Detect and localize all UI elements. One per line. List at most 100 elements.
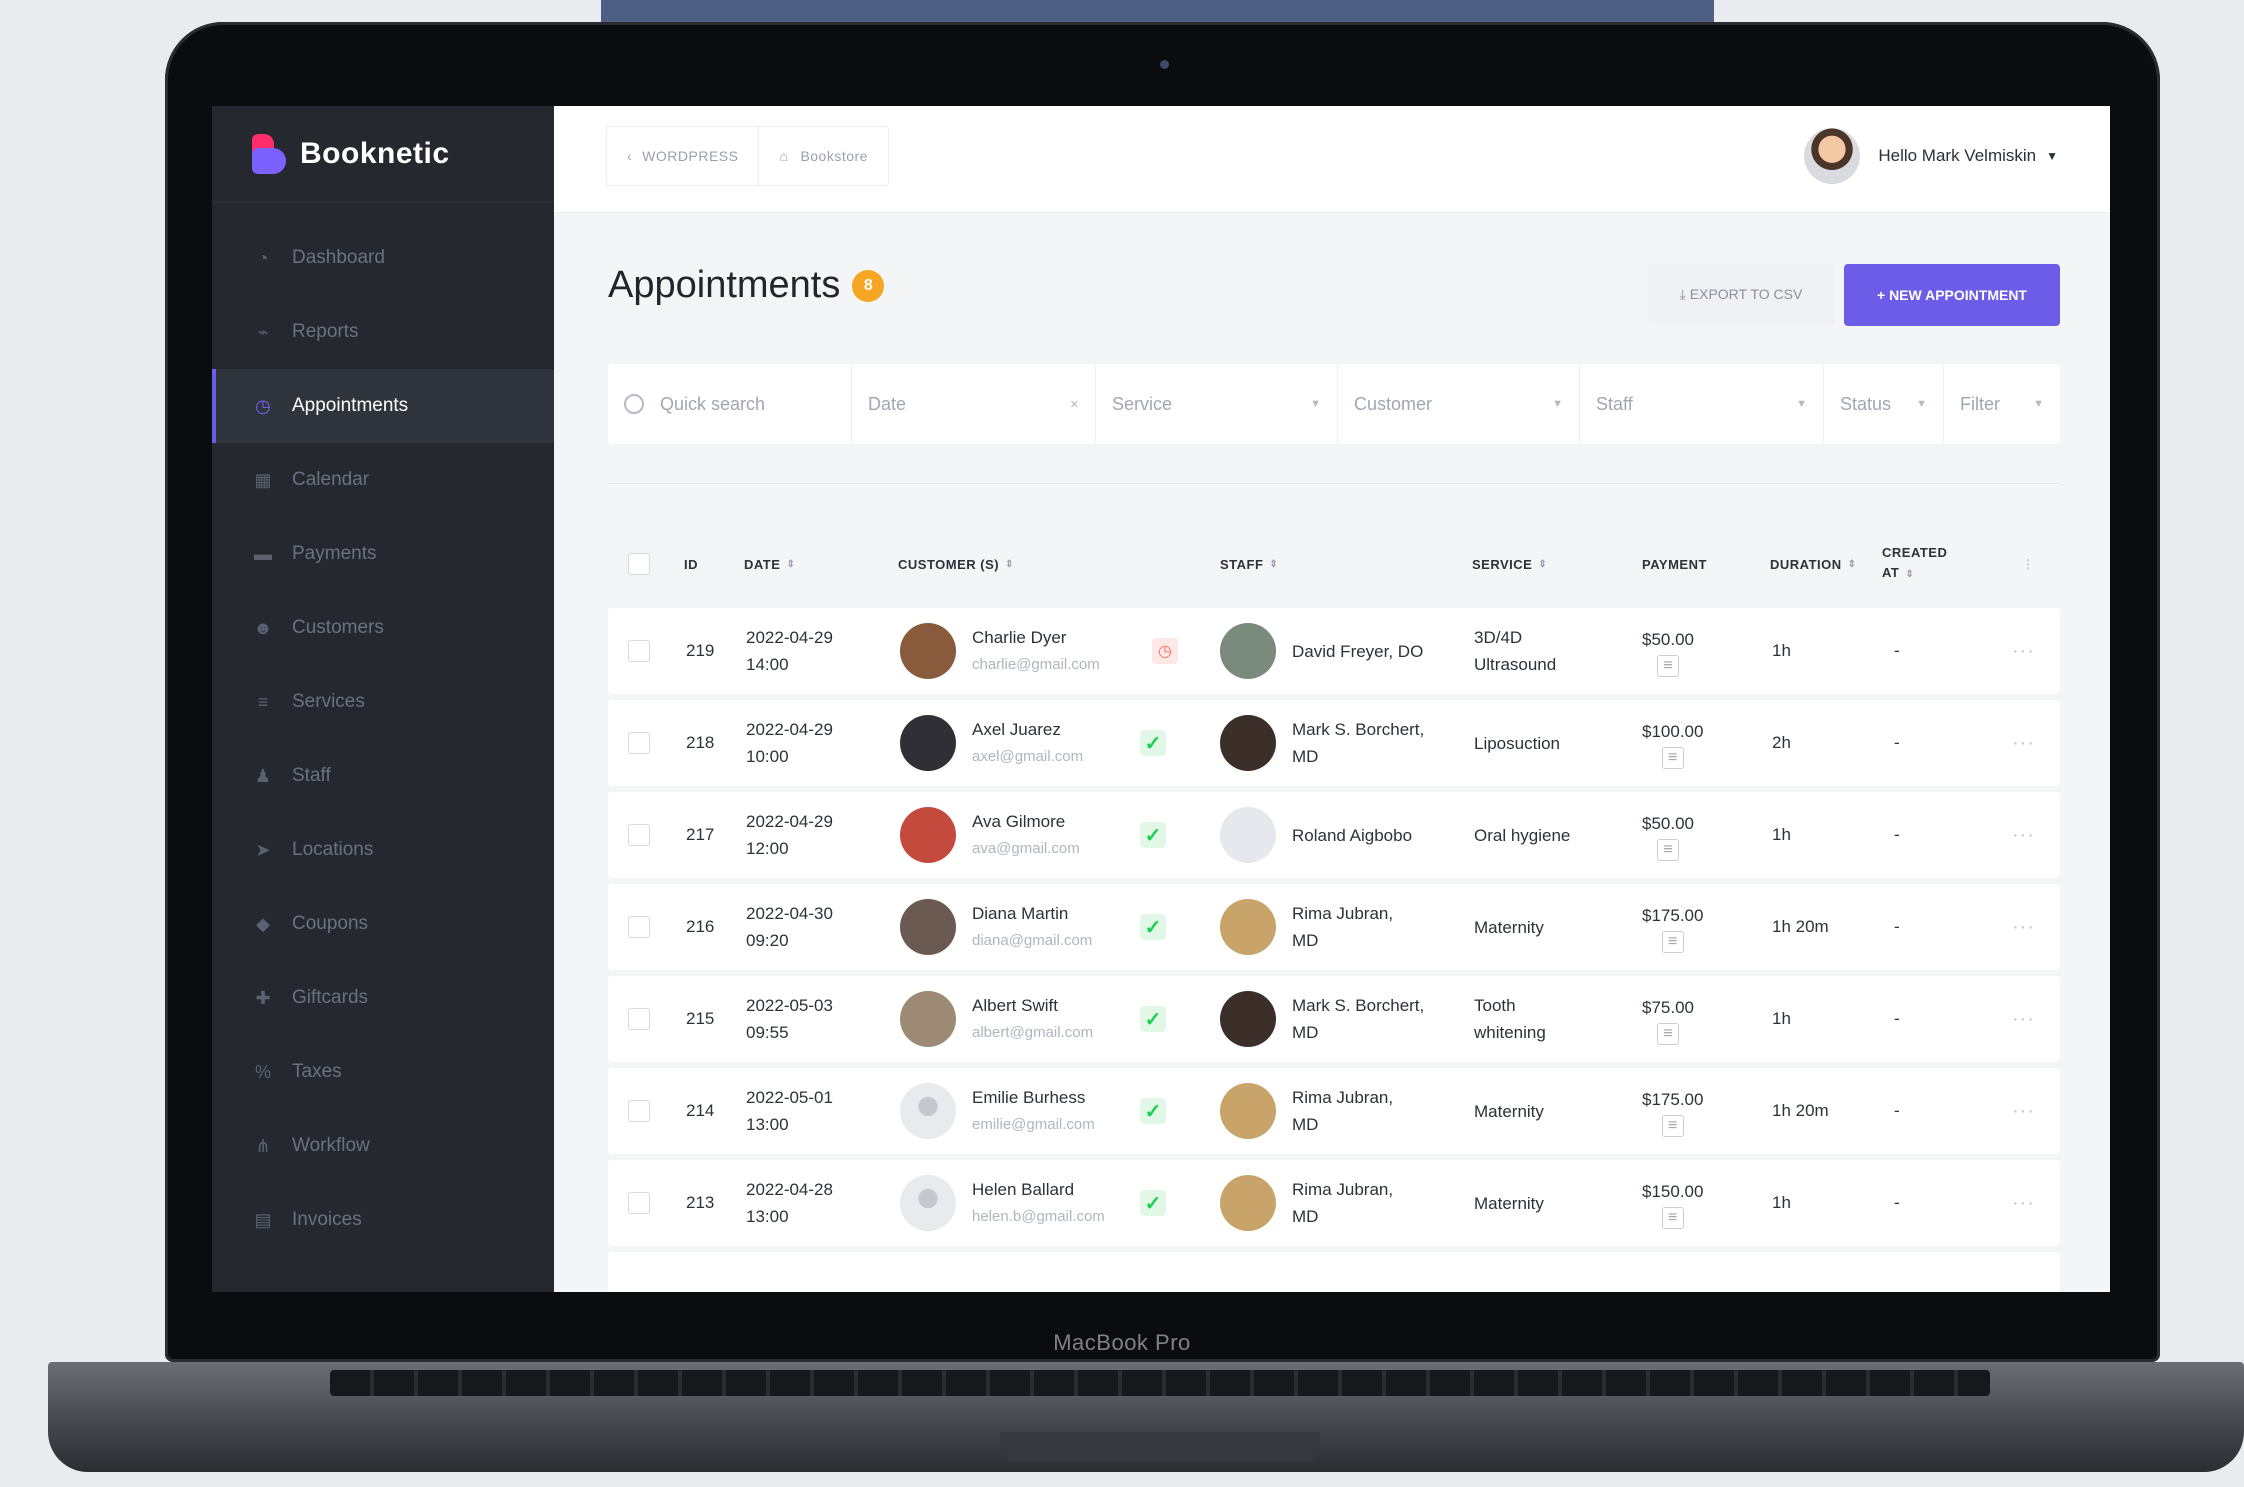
sort-icon: ⇕ bbox=[1005, 558, 1014, 570]
created-at: - bbox=[1894, 825, 1900, 844]
sidebar-item-taxes[interactable]: % Taxes bbox=[212, 1035, 554, 1109]
table-row[interactable]: 217 2022-04-29 12:00 Ava Gilmore ava@gma… bbox=[608, 792, 2060, 878]
sidebar-item-reports[interactable]: ⌁ Reports bbox=[212, 295, 554, 369]
customer-cell[interactable]: Helen Ballard helen.b@gmail.com ✓ bbox=[900, 1160, 1200, 1246]
row-checkbox[interactable] bbox=[628, 608, 650, 694]
col-staff[interactable]: STAFF ⇕ bbox=[1220, 534, 1278, 594]
table-row[interactable]: 216 2022-04-30 09:20 Diana Martin diana@… bbox=[608, 884, 2060, 970]
invoice-icon[interactable]: ≡ bbox=[1661, 1114, 1684, 1137]
search-placeholder: Quick search bbox=[660, 393, 766, 414]
col-customers[interactable]: CUSTOMER (S) ⇕ bbox=[898, 534, 1014, 594]
customer-name: Albert Swift bbox=[972, 996, 1058, 1015]
table-row[interactable]: 219 2022-04-29 14:00 Charlie Dyer charli… bbox=[608, 608, 2060, 694]
more-options-icon[interactable]: ··· bbox=[2012, 700, 2035, 786]
more-options-icon[interactable]: ··· bbox=[2012, 1068, 2035, 1154]
row-checkbox[interactable] bbox=[628, 1068, 650, 1154]
customer-cell[interactable]: Albert Swift albert@gmail.com ✓ bbox=[900, 976, 1200, 1062]
sidebar-item-appointments[interactable]: ◷ Appointments bbox=[212, 369, 554, 443]
service-cell: Maternity bbox=[1474, 1160, 1544, 1246]
sidebar-item-coupons[interactable]: ◆ Coupons bbox=[212, 887, 554, 961]
invoice-icon[interactable]: ≡ bbox=[1657, 838, 1679, 861]
approved-status-icon: ✓ bbox=[1140, 1190, 1166, 1216]
time-text: 14:00 bbox=[746, 655, 789, 674]
date-filter[interactable]: Date ✕ bbox=[852, 364, 1096, 444]
table-row[interactable] bbox=[608, 1252, 2060, 1292]
customer-cell[interactable]: Charlie Dyer charlie@gmail.com ◷ bbox=[900, 608, 1200, 694]
row-checkbox[interactable] bbox=[628, 1160, 650, 1246]
sidebar-item-dashboard[interactable]: ◔ Dashboard bbox=[212, 221, 554, 295]
sidebar-item-customers[interactable]: ☻ Customers bbox=[212, 591, 554, 665]
column-settings-icon[interactable]: ⋮ bbox=[2022, 534, 2035, 594]
chevron-down-icon: ▼ bbox=[1552, 398, 1563, 410]
brand-name: Booknetic bbox=[300, 137, 450, 170]
customer-cell[interactable]: Diana Martin diana@gmail.com ✓ bbox=[900, 884, 1200, 970]
sidebar-item-invoices[interactable]: ▤ Invoices bbox=[212, 1183, 554, 1257]
invoice-icon[interactable]: ≡ bbox=[1657, 1022, 1679, 1045]
col-duration[interactable]: DURATION ⇕ bbox=[1770, 534, 1857, 594]
appointment-id: 214 bbox=[686, 1101, 715, 1120]
col-service[interactable]: SERVICE ⇕ bbox=[1472, 534, 1547, 594]
sidebar-item-giftcards[interactable]: ✚ Giftcards bbox=[212, 961, 554, 1035]
more-options-icon[interactable]: ··· bbox=[2012, 1160, 2035, 1246]
time-text: 12:00 bbox=[746, 839, 789, 858]
sidebar-item-label: Staff bbox=[292, 765, 331, 786]
customer-cell[interactable]: Ava Gilmore ava@gmail.com ✓ bbox=[900, 792, 1200, 878]
customer-cell[interactable]: Emilie Burhess emilie@gmail.com ✓ bbox=[900, 1068, 1200, 1154]
sidebar-item-workflow[interactable]: ⋔ Workflow bbox=[212, 1109, 554, 1183]
sidebar-item-calendar[interactable]: ▦ Calendar bbox=[212, 443, 554, 517]
more-options-icon[interactable]: ··· bbox=[2012, 884, 2035, 970]
row-checkbox[interactable] bbox=[628, 700, 650, 786]
sidebar-item-payments[interactable]: ▬ Payments bbox=[212, 517, 554, 591]
table-row[interactable]: 214 2022-05-01 13:00 Emilie Burhess emil… bbox=[608, 1068, 2060, 1154]
customer-cell[interactable]: Axel Juarez axel@gmail.com ✓ bbox=[900, 700, 1200, 786]
duration: 1h bbox=[1772, 641, 1791, 660]
row-checkbox[interactable] bbox=[628, 884, 650, 970]
duration: 1h bbox=[1772, 825, 1791, 844]
location-icon: ➤ bbox=[255, 839, 271, 860]
customer-info: Albert Swift albert@gmail.com bbox=[972, 992, 1093, 1046]
breadcrumb-current[interactable]: ⌂ Bookstore bbox=[758, 127, 888, 185]
customer-filter[interactable]: Customer ▼ bbox=[1338, 364, 1580, 444]
customer-info: Emilie Burhess emilie@gmail.com bbox=[972, 1084, 1095, 1138]
more-options-icon[interactable]: ··· bbox=[2012, 608, 2035, 694]
row-checkbox[interactable] bbox=[628, 792, 650, 878]
status-filter[interactable]: Status ▼ bbox=[1824, 364, 1944, 444]
select-all-checkbox[interactable] bbox=[628, 534, 650, 594]
col-created-at[interactable]: CREATED AT ⇕ bbox=[1882, 534, 1947, 594]
col-date[interactable]: DATE ⇕ bbox=[744, 534, 795, 594]
created-at: - bbox=[1894, 1193, 1900, 1212]
quick-search[interactable]: Quick search bbox=[608, 364, 852, 444]
sidebar-item-staff[interactable]: ♟ Staff bbox=[212, 739, 554, 813]
chevron-left-icon: ‹ bbox=[627, 148, 633, 164]
appointment-id: 218 bbox=[686, 733, 715, 752]
user-menu[interactable]: Hello Mark Velmiskin ▼ bbox=[1804, 128, 2058, 184]
payment-cell: $75.00 ≡ bbox=[1642, 976, 1694, 1062]
invoice-icon[interactable]: ≡ bbox=[1657, 654, 1679, 677]
new-appointment-button[interactable]: + NEW APPOINTMENT bbox=[1844, 264, 2060, 326]
sidebar-item-locations[interactable]: ➤ Locations bbox=[212, 813, 554, 887]
service-filter[interactable]: Service ▼ bbox=[1096, 364, 1338, 444]
breadcrumb-back[interactable]: ‹ WORDPRESS bbox=[607, 127, 758, 185]
appointment-date: 2022-05-03 09:55 bbox=[746, 976, 833, 1062]
clear-icon[interactable]: ✕ bbox=[1070, 398, 1079, 411]
invoice-icon[interactable]: ≡ bbox=[1661, 1206, 1684, 1229]
export-csv-button[interactable]: ⤓ EXPORT TO CSV bbox=[1648, 264, 1834, 324]
row-checkbox[interactable] bbox=[628, 976, 650, 1062]
table-row[interactable]: 213 2022-04-28 13:00 Helen Ballard helen… bbox=[608, 1160, 2060, 1246]
sort-icon: ⇕ bbox=[1847, 558, 1857, 570]
appointment-id: 219 bbox=[686, 641, 715, 660]
more-options-icon[interactable]: ··· bbox=[2012, 792, 2035, 878]
created-at: - bbox=[1894, 917, 1900, 936]
staff-filter[interactable]: Staff ▼ bbox=[1580, 364, 1824, 444]
avatar bbox=[1220, 899, 1276, 955]
more-filter[interactable]: Filter ▼ bbox=[1944, 364, 2060, 444]
brand[interactable]: Booknetic bbox=[212, 106, 554, 203]
payment-cell: $100.00 ≡ bbox=[1642, 700, 1703, 786]
table-row[interactable]: 218 2022-04-29 10:00 Axel Juarez axel@gm… bbox=[608, 700, 2060, 786]
app-screen: Booknetic ◔ Dashboard ⌁ Reports ◷ Appointment… bbox=[212, 106, 2110, 1292]
sidebar-item-services[interactable]: ≡ Services bbox=[212, 665, 554, 739]
more-options-icon[interactable]: ··· bbox=[2012, 976, 2035, 1062]
table-row[interactable]: 215 2022-05-03 09:55 Albert Swift albert… bbox=[608, 976, 2060, 1062]
invoice-icon[interactable]: ≡ bbox=[1661, 746, 1684, 769]
invoice-icon[interactable]: ≡ bbox=[1661, 930, 1684, 953]
